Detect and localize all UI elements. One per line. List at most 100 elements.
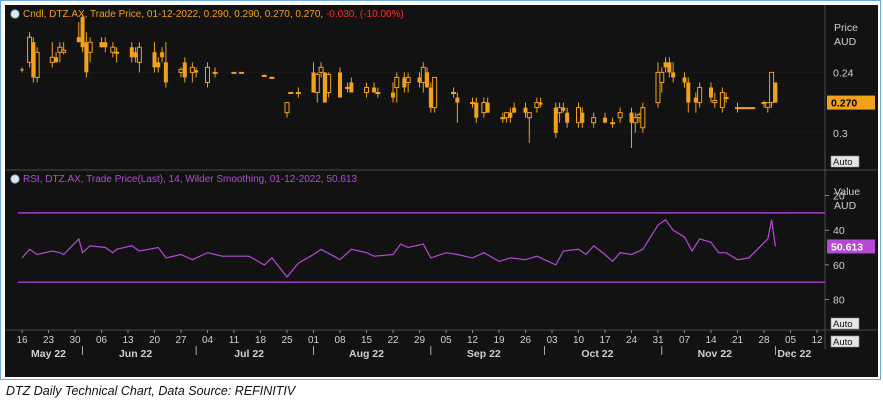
x-day-label: 07 — [679, 335, 691, 346]
price-last-value: 0.270 — [831, 98, 857, 110]
candle-body — [194, 70, 199, 73]
x-day-label: 25 — [281, 335, 293, 346]
candle-body — [239, 71, 245, 74]
candle-body — [512, 107, 517, 113]
candle-body — [391, 92, 395, 98]
candle-body — [129, 47, 134, 58]
candle-body — [152, 52, 157, 68]
x-day-label: 26 — [520, 335, 532, 346]
x-day-label: 21 — [732, 335, 744, 346]
info-circle-icon[interactable] — [10, 9, 20, 19]
x-day-label: 20 — [149, 335, 161, 346]
x-day-label: 29 — [414, 335, 426, 346]
x-day-label: 10 — [573, 335, 585, 346]
candle-body — [485, 102, 490, 113]
candle-body — [34, 51, 40, 78]
candle-body — [534, 102, 540, 109]
candle-body — [591, 117, 597, 124]
candle-body — [114, 51, 120, 54]
candle-body — [160, 52, 165, 58]
candle-body — [523, 107, 528, 113]
x-month-label: May 22 — [31, 348, 66, 360]
x-day-label: 19 — [493, 335, 505, 346]
candle-body — [538, 102, 543, 105]
chart-area: 0.3 0.24 Price AUD 0.270 Cndl, DTZ.AX, Trade … — [5, 5, 878, 377]
x-day-label: 17 — [599, 335, 611, 346]
rsi-legend: RSI, DTZ.AX, Trade Price(Last), 14, Wild… — [23, 174, 357, 185]
candle-body — [295, 92, 301, 95]
price-axis-unit: AUD — [834, 36, 857, 48]
rsi-line — [21, 218, 776, 278]
price-auto-label: Auto — [833, 157, 853, 168]
x-day-label: 13 — [122, 335, 134, 346]
x-day-label: 18 — [255, 335, 267, 346]
candle-body — [432, 76, 438, 109]
candle-body — [182, 62, 187, 78]
candle-body — [425, 72, 430, 88]
x-day-label: 28 — [758, 335, 770, 346]
candle-body — [345, 86, 351, 89]
x-day-label: 23 — [43, 335, 55, 346]
candle-body — [750, 107, 756, 110]
x-day-label: 31 — [652, 335, 664, 346]
x-month-label: Jun 22 — [119, 348, 152, 360]
candle-body — [364, 86, 369, 94]
candle-body — [719, 92, 725, 109]
candle-body — [671, 72, 676, 78]
candle-body — [110, 46, 116, 53]
candle-body — [576, 107, 581, 124]
candle-body — [420, 66, 426, 83]
rsi-last-value: 50.613 — [831, 241, 863, 253]
candle-body — [455, 97, 460, 103]
x-day-label: 06 — [96, 335, 108, 346]
x-day-label: 30 — [69, 335, 81, 346]
candle-body — [504, 112, 510, 119]
candle-body — [49, 56, 55, 63]
chart-frame: 0.3 0.24 Price AUD 0.270 Cndl, DTZ.AX, Trade … — [0, 0, 881, 380]
candle-body — [709, 87, 713, 98]
candle-body — [580, 112, 585, 123]
candle-body — [288, 92, 294, 95]
x-day-label: 08 — [334, 335, 346, 346]
candle-body — [338, 72, 342, 98]
candle-body — [470, 102, 475, 105]
candle-body — [405, 76, 411, 83]
info-circle-icon[interactable] — [10, 174, 20, 184]
candle-body — [326, 73, 332, 94]
price-tick-label: 0.3 — [833, 128, 848, 140]
chart-caption: DTZ Daily Technical Chart, Data Source: … — [6, 384, 296, 398]
x-day-label: 11 — [229, 335, 240, 346]
candle-body — [156, 62, 161, 68]
x-day-label: 01 — [308, 335, 320, 346]
rsi-tick-label: 60 — [833, 260, 845, 272]
candle-body — [136, 46, 142, 63]
candle-body — [318, 66, 324, 73]
candle-body — [561, 107, 566, 111]
candle-body — [54, 57, 59, 63]
candle-body — [261, 74, 267, 77]
rsi-axis-unit: AUD — [834, 200, 857, 212]
candle-body — [697, 86, 703, 104]
candle-body — [565, 112, 570, 123]
candle-body — [663, 62, 668, 68]
candle-body — [87, 41, 93, 53]
candle-body — [769, 71, 775, 104]
candle-body — [682, 77, 687, 83]
chart-svg: 0.3 0.24 Price AUD 0.270 Cndl, DTZ.AX, Trade … — [5, 5, 878, 360]
candle-body — [667, 62, 672, 73]
price-legend: Cndl, DTZ.AX, Trade Price, 01-12-2022, 0… — [23, 9, 404, 20]
candle-body — [178, 68, 184, 73]
candle-body — [80, 17, 85, 48]
x-day-label: 12 — [811, 335, 823, 346]
price-axis-title: Price — [834, 22, 858, 34]
candle-body — [773, 82, 778, 103]
candle-body — [474, 102, 479, 118]
candle-body — [610, 122, 616, 125]
candle-body — [269, 76, 275, 79]
x-auto-label: Auto — [833, 337, 853, 348]
candle-body — [394, 76, 400, 88]
candle-body — [76, 37, 81, 43]
x-month-label: Dec 22 — [777, 348, 811, 360]
candle-body — [103, 42, 108, 48]
x-month-label: Oct 22 — [581, 348, 613, 360]
